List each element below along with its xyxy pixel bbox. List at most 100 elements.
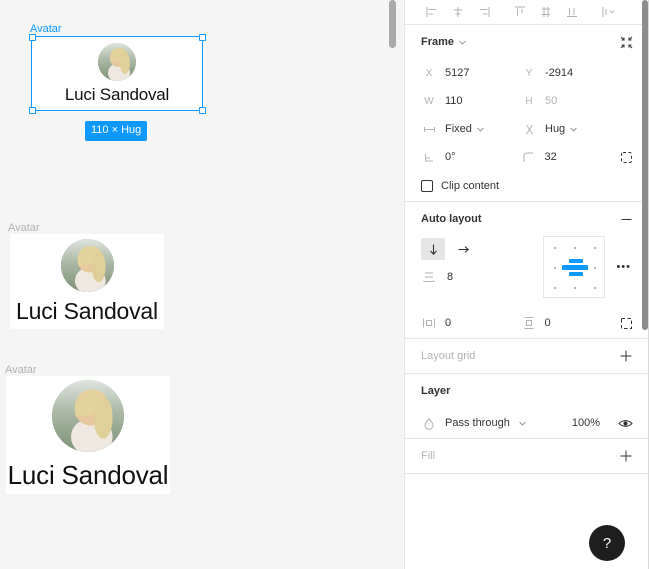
- individual-padding-icon[interactable]: [620, 317, 633, 330]
- clip-content-row[interactable]: Clip content: [421, 171, 633, 201]
- corner-radius-value[interactable]: 32: [545, 151, 557, 163]
- canvas-scrollbar-thumb[interactable]: [389, 0, 396, 48]
- layer-opacity-group: 100%: [572, 417, 633, 430]
- padding-row: 0 0: [421, 308, 633, 338]
- align-horizontal-centers-icon[interactable]: [445, 1, 471, 23]
- corner-radius-field[interactable]: 32: [521, 149, 621, 165]
- person-name: Luci Sandoval: [64, 84, 170, 104]
- chevron-down-icon: [518, 419, 527, 428]
- visibility-eye-icon[interactable]: [618, 417, 633, 430]
- rotation-radius-row: 0° 32: [421, 143, 633, 171]
- layer-header: Layer: [421, 374, 633, 408]
- alignment-picker[interactable]: [543, 236, 605, 298]
- blend-mode-dropdown[interactable]: Pass through: [421, 415, 527, 431]
- size-row: W 110 H 50: [421, 87, 633, 115]
- horizontal-resizing-icon: [421, 121, 437, 137]
- direction-vertical-button[interactable]: [421, 238, 445, 260]
- w-label-icon: W: [424, 95, 434, 107]
- vertical-padding-icon: [521, 315, 537, 331]
- align-right-icon[interactable]: [471, 1, 497, 23]
- horizontal-resizing-field[interactable]: Fixed: [421, 121, 521, 137]
- align-vertical-centers-icon[interactable]: [533, 1, 559, 23]
- add-fill-button[interactable]: [619, 449, 633, 463]
- avatar-card[interactable]: Luci Sandoval: [10, 234, 164, 329]
- layer-properties-row: Pass through 100%: [421, 408, 633, 438]
- vertical-resizing-field[interactable]: Hug: [521, 121, 621, 137]
- align-preview-bar-bottom: [569, 272, 583, 276]
- help-button[interactable]: ?: [589, 525, 625, 561]
- align-dot-top-center[interactable]: [574, 247, 576, 249]
- frame-section-title: Frame: [421, 36, 455, 48]
- avatar-image: [98, 42, 136, 81]
- opacity-value[interactable]: 100%: [572, 417, 600, 429]
- y-label-icon: Y: [525, 67, 533, 79]
- height-field[interactable]: H 50: [521, 93, 621, 109]
- align-dot-bottom-right[interactable]: [594, 287, 596, 289]
- clip-content-label: Clip content: [441, 180, 500, 192]
- align-dot-top-left[interactable]: [554, 247, 556, 249]
- resize-handle-top-right[interactable]: [199, 34, 206, 41]
- add-layout-grid-button[interactable]: [619, 349, 633, 363]
- design-canvas[interactable]: Avatar Luci Sandoval 110 × Hug Avatar Lu…: [0, 0, 405, 569]
- avatar-image: [52, 380, 124, 452]
- align-preview-bar-middle: [562, 265, 588, 270]
- auto-layout-more-options-button[interactable]: •••: [616, 236, 633, 298]
- x-field[interactable]: X 5127: [421, 65, 521, 81]
- resize-handle-bottom-right[interactable]: [199, 107, 206, 114]
- layout-grid-title: Layout grid: [421, 350, 476, 362]
- align-dot-bottom-left[interactable]: [554, 287, 556, 289]
- x-value[interactable]: 5127: [445, 67, 469, 79]
- blend-mode-value: Pass through: [445, 417, 510, 429]
- horizontal-resizing-dropdown[interactable]: Fixed: [445, 123, 485, 135]
- direction-horizontal-button[interactable]: [451, 238, 475, 260]
- chevron-down-icon[interactable]: [458, 38, 467, 47]
- layer-title: Layer: [421, 385, 451, 397]
- y-field[interactable]: Y -2914: [521, 65, 621, 81]
- align-dot-middle-left[interactable]: [554, 267, 556, 269]
- frame-section-title-group[interactable]: Frame: [421, 36, 467, 48]
- resize-to-fit-icon[interactable]: [620, 36, 633, 49]
- distribute-icon[interactable]: [595, 1, 621, 23]
- height-value[interactable]: 50: [545, 95, 557, 107]
- auto-layout-section: Auto layout 8 ••• 0 0: [405, 202, 649, 339]
- align-top-icon[interactable]: [507, 1, 533, 23]
- remove-auto-layout-button[interactable]: [620, 213, 633, 226]
- align-left-icon[interactable]: [419, 1, 445, 23]
- layout-grid-header: Layout grid: [421, 339, 633, 373]
- alignment-toolbar: [405, 0, 649, 25]
- resize-handle-bottom-left[interactable]: [29, 107, 36, 114]
- fill-header: Fill: [421, 439, 633, 473]
- width-value[interactable]: 110: [445, 95, 463, 107]
- rotation-value[interactable]: 0°: [445, 151, 456, 163]
- vertical-padding-value[interactable]: 0: [545, 317, 551, 329]
- gap-field[interactable]: 8: [421, 262, 531, 292]
- auto-layout-controls: 8: [421, 236, 531, 298]
- canvas-scrollbar[interactable]: [389, 0, 396, 569]
- vertical-resizing-dropdown[interactable]: Hug: [545, 123, 578, 135]
- gap-value[interactable]: 8: [447, 271, 453, 283]
- size-badge: 110 × Hug: [85, 121, 148, 141]
- layer-section: Layer Pass through 100%: [405, 374, 649, 439]
- avatar-card[interactable]: Luci Sandoval: [31, 36, 203, 111]
- chevron-down-icon: [476, 125, 485, 134]
- avatar-card[interactable]: Luci Sandoval: [6, 376, 170, 494]
- vertical-padding-field[interactable]: 0: [521, 315, 621, 331]
- y-value[interactable]: -2914: [545, 67, 573, 79]
- align-preview-bar-top: [569, 259, 583, 263]
- rotation-field[interactable]: 0°: [421, 149, 521, 165]
- auto-layout-header: Auto layout: [421, 202, 633, 236]
- avatar-image: [60, 238, 114, 292]
- align-dot-middle-right[interactable]: [594, 267, 596, 269]
- width-field[interactable]: W 110: [421, 93, 521, 109]
- resize-handle-top-left[interactable]: [29, 34, 36, 41]
- align-dot-top-right[interactable]: [594, 247, 596, 249]
- horizontal-padding-value[interactable]: 0: [445, 317, 451, 329]
- position-row: X 5127 Y -2914: [421, 59, 633, 87]
- frame-section-header: Frame: [421, 25, 633, 59]
- h-label-icon: H: [525, 95, 533, 107]
- align-dot-bottom-center[interactable]: [574, 287, 576, 289]
- horizontal-padding-field[interactable]: 0: [421, 315, 521, 331]
- align-bottom-icon[interactable]: [559, 1, 585, 23]
- independent-corners-icon[interactable]: [620, 151, 633, 164]
- clip-content-checkbox[interactable]: [421, 180, 433, 192]
